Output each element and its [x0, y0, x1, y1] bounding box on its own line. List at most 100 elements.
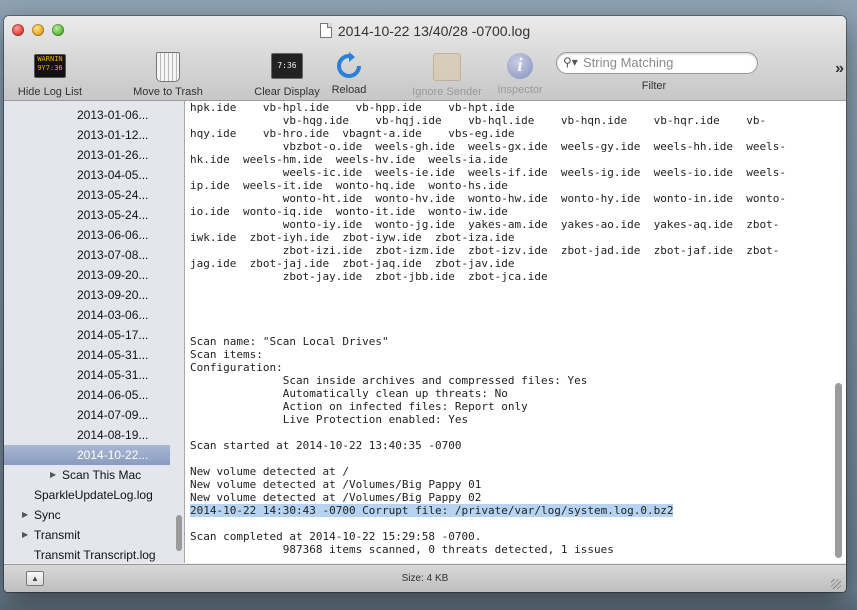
inspector-button[interactable]: i Inspector: [494, 50, 546, 96]
sidebar-item-label: Transmit Transcript.log: [34, 548, 156, 562]
sidebar-item-label: SparkleUpdateLog.log: [34, 488, 153, 502]
sidebar-item-label: 2014-07-09...: [77, 408, 149, 422]
info-icon: i: [507, 53, 533, 79]
search-icon: ⚲▾: [563, 55, 578, 69]
log-line: wonto-ht.ide wonto-hv.ide wonto-hw.ide w…: [190, 192, 787, 205]
sidebar-item-label: 2014-05-31...: [77, 368, 149, 382]
sidebar-item-selected[interactable]: 2014-10-22...: [4, 445, 170, 465]
move-to-trash-button[interactable]: Move to Trash: [128, 50, 208, 98]
ignore-sender-button[interactable]: Ignore Sender: [408, 50, 486, 98]
reload-label: Reload: [331, 84, 367, 96]
title-bar: 2014-10-22 13/40/28 -0700.log WARNIN 9Y7…: [4, 16, 846, 101]
log-line-selected: 2014-10-22 14:30:43 -0700 Corrupt file: …: [190, 504, 674, 517]
sidebar-item-label: 2014-06-05...: [77, 388, 149, 402]
sidebar-item-label: 2014-05-17...: [77, 328, 149, 342]
disclosure-triangle-icon[interactable]: ▶: [22, 525, 28, 545]
sidebar-item[interactable]: 2013-01-06...: [4, 105, 170, 125]
sidebar-item[interactable]: 2014-05-17...: [4, 325, 170, 345]
log-line: zbot-izi.ide zbot-izm.ide zbot-izv.ide z…: [190, 244, 780, 257]
filter-search-field[interactable]: ⚲▾: [556, 52, 758, 74]
log-line: Scan started at 2014-10-22 13:40:35 -070…: [190, 439, 462, 452]
log-line: weels-ic.ide weels-ie.ide weels-if.ide w…: [190, 166, 787, 179]
console-window: 2014-10-22 13/40/28 -0700.log WARNIN 9Y7…: [4, 16, 846, 592]
log-line: zbot-jay.ide zbot-jbb.ide zbot-jca.ide: [190, 270, 548, 283]
log-line: Configuration:: [190, 361, 283, 374]
sidebar-item[interactable]: ▶ Transmit: [4, 525, 170, 545]
warning-console-icon: WARNIN 9Y7:36: [34, 54, 66, 78]
sidebar-item[interactable]: 2014-05-31...: [4, 345, 170, 365]
trash-icon: [156, 52, 180, 82]
sidebar-item-label: 2013-05-24...: [77, 188, 149, 202]
clear-display-icon: 7:36: [271, 53, 303, 79]
resize-grip-icon[interactable]: [831, 579, 841, 589]
sidebar-item[interactable]: 2013-07-08...: [4, 245, 170, 265]
window-title-text: 2014-10-22 13/40/28 -0700.log: [337, 23, 531, 39]
sidebar-item[interactable]: 2013-05-24...: [4, 185, 170, 205]
disclosure-triangle-icon[interactable]: ▶: [50, 465, 56, 485]
sidebar-item[interactable]: ▶ Scan This Mac: [4, 465, 170, 485]
log-line: vbzbot-o.ide weels-gh.ide weels-gx.ide w…: [190, 140, 787, 153]
content-scrollbar[interactable]: [833, 101, 843, 563]
sidebar-item-label: 2014-03-06...: [77, 308, 149, 322]
filter-search-input[interactable]: [583, 54, 748, 70]
sidebar-item-label: 2013-04-05...: [77, 168, 149, 182]
sidebar-item[interactable]: 2014-08-19...: [4, 425, 170, 445]
sidebar-item[interactable]: ▶ Sync: [4, 505, 170, 525]
log-line: New volume detected at /: [190, 465, 349, 478]
log-line: hqy.ide vb-hro.ide vbagnt-a.ide vbs-eg.i…: [190, 127, 515, 140]
move-to-trash-label: Move to Trash: [133, 86, 203, 98]
log-line: Scan name: "Scan Local Drives": [190, 335, 389, 348]
sidebar-item-label: 2014-10-22...: [77, 448, 149, 462]
reload-button[interactable]: Reload: [327, 50, 371, 96]
sidebar-item-label: 2013-07-08...: [77, 248, 149, 262]
desktop-background: [0, 590, 857, 610]
sidebar-item[interactable]: 2013-04-05...: [4, 165, 170, 185]
filter-label: Filter: [641, 80, 667, 92]
sidebar-item[interactable]: 2013-09-20...: [4, 265, 170, 285]
status-bar: ▲ Size: 4 KB: [4, 564, 846, 592]
sidebar-item[interactable]: Transmit Transcript.log: [4, 545, 170, 563]
sidebar-item-label: Sync: [34, 508, 61, 522]
file-size-label: Size: 4 KB: [401, 573, 449, 584]
sidebar-item-label: 2013-05-24...: [77, 208, 149, 222]
sidebar-item-label: 2013-09-20...: [77, 288, 149, 302]
log-line: New volume detected at /Volumes/Big Papp…: [190, 478, 482, 491]
log-line: Live Protection enabled: Yes: [190, 413, 469, 426]
content-scrollbar-thumb[interactable]: [835, 383, 842, 558]
sidebar-item-label: 2013-01-06...: [77, 108, 149, 122]
hide-log-list-button[interactable]: WARNIN 9Y7:36 Hide Log List: [14, 50, 86, 98]
sidebar-item-label: 2013-01-26...: [77, 148, 149, 162]
sidebar-item-label: Transmit: [34, 528, 81, 542]
sidebar-item[interactable]: 2014-05-31...: [4, 365, 170, 385]
sidebar-item[interactable]: 2013-01-12...: [4, 125, 170, 145]
document-icon: [319, 23, 332, 38]
log-line: io.ide wonto-iq.ide wonto-it.ide wonto-i…: [190, 205, 508, 218]
clear-display-button[interactable]: 7:36 Clear Display: [248, 50, 326, 98]
log-line: Automatically clean up threats: No: [190, 387, 508, 400]
log-line: ip.ide weels-it.ide wonto-hq.ide wonto-h…: [190, 179, 508, 192]
sidebar-item[interactable]: 2014-03-06...: [4, 305, 170, 325]
reload-icon: [335, 52, 363, 80]
sidebar-item[interactable]: 2014-06-05...: [4, 385, 170, 405]
sidebar-scrollbar[interactable]: [176, 515, 182, 551]
disclosure-triangle-icon[interactable]: ▶: [22, 505, 28, 525]
window-title: 2014-10-22 13/40/28 -0700.log: [4, 23, 846, 39]
log-text[interactable]: hpk.ide vb-hpl.ide vb-hpp.ide vb-hpt.ide…: [190, 101, 830, 556]
ignore-sender-icon: [433, 53, 461, 81]
sidebar-item-label: 2014-05-31...: [77, 348, 149, 362]
log-line: 987368 items scanned, 0 threats detected…: [190, 543, 614, 556]
sidebar-item[interactable]: 2013-06-06...: [4, 225, 170, 245]
log-list-sidebar[interactable]: Transmit Transcript.log ▶ Transmit ▶ Sync Spa…: [4, 101, 185, 563]
sidebar-item[interactable]: 2013-09-20...: [4, 285, 170, 305]
toolbar-overflow-chevron-icon[interactable]: »: [835, 60, 844, 78]
log-line: wonto-iy.ide wonto-jg.ide yakes-am.ide y…: [190, 218, 780, 231]
log-content-area[interactable]: hpk.ide vb-hpl.ide vb-hpp.ide vb-hpt.ide…: [185, 101, 846, 563]
sidebar-item[interactable]: 2013-01-26...: [4, 145, 170, 165]
sidebar-item[interactable]: 2013-05-24...: [4, 205, 170, 225]
log-line: New volume detected at /Volumes/Big Papp…: [190, 491, 482, 504]
sidebar-item[interactable]: 2014-07-09...: [4, 405, 170, 425]
sidebar-item-label: 2013-06-06...: [77, 228, 149, 242]
sidebar-item[interactable]: SparkleUpdateLog.log: [4, 485, 170, 505]
inspector-label: Inspector: [497, 84, 543, 96]
sidebar-item-label: Scan This Mac: [62, 468, 142, 482]
